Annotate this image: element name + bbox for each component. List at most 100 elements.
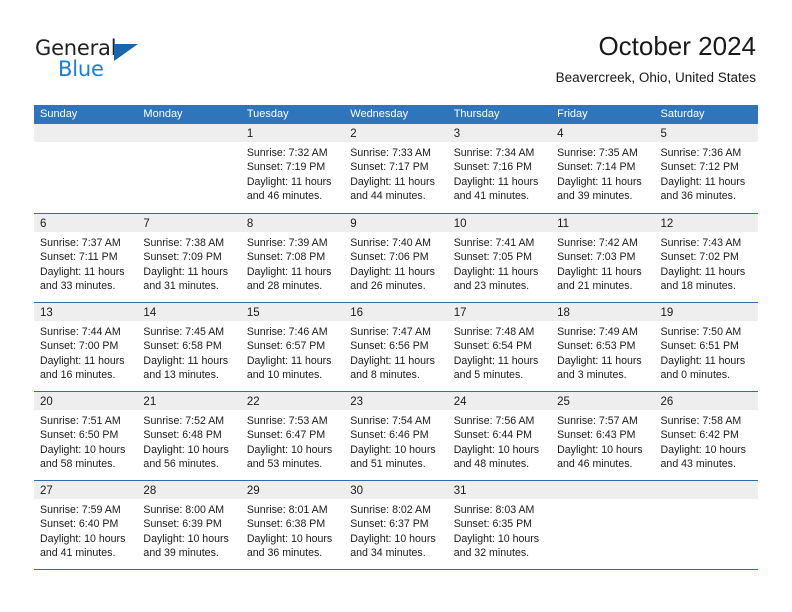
sunset-text: Sunset: 6:51 PM [660,340,739,353]
day-cell-9[interactable]: 9 Sunrise: 7:40 AM Sunset: 7:06 PM Daylight… [344,214,448,302]
day-number: 25 [557,396,570,408]
day-cell-15[interactable]: 15 Sunrise: 7:46 AM Sunset: 6:57 PM Dayligh… [240,303,345,391]
day-number: 30 [350,485,364,497]
day-cell-28[interactable]: 28 Sunrise: 8:00 AM Sunset: 6:39 PM Dayligh… [137,481,241,569]
day-cell-5[interactable]: 5 Sunrise: 7:36 AM Sunset: 7:12 PM Daylight… [654,124,758,213]
day-details: Sunrise: 8:01 AM Sunset: 6:38 PM Daylight:… [241,499,344,561]
daylight-text: Daylight: 11 hours [660,265,746,278]
day-number: 22 [246,396,260,408]
sunrise-text: Sunrise: 7:34 AM [453,147,535,159]
day-number: 19 [660,307,674,319]
daylight-text: and 36 minutes. [246,547,323,560]
day-number-band: 20 [34,392,138,410]
sunrise-text: Sunrise: 7:39 AM [246,237,328,249]
calendar-grid: Sunday Monday Tuesday Wednesday Thursday Frid… [34,105,758,570]
daylight-text: and 39 minutes. [557,190,633,203]
day-cell-12[interactable]: 12 Sunrise: 7:43 AM Sunset: 7:02 PM Dayligh… [654,214,758,302]
sunset-text: Sunset: 6:42 PM [660,429,739,442]
daylight-text: and 44 minutes. [350,190,426,203]
sunset-text: Sunset: 7:16 PM [453,161,533,174]
day-cell-2[interactable]: 2 Sunrise: 7:33 AM Sunset: 7:17 PM Daylight… [344,124,448,213]
day-number-band: 3 [447,124,552,142]
title-block: October 2024 Beavercreek, Ohio, United S… [556,30,756,86]
day-cell-7[interactable]: 7 Sunrise: 7:38 AM Sunset: 7:09 PM Daylight… [137,214,241,302]
daylight-text: and 16 minutes. [40,369,116,382]
day-cell-26[interactable]: 26 Sunrise: 7:58 AM Sunset: 6:42 PM Dayligh… [654,392,758,480]
day-cell-6[interactable]: 6 Sunrise: 7:37 AM Sunset: 7:11 PM Daylight… [34,214,138,302]
sunset-text: Sunset: 7:02 PM [660,251,739,264]
day-number-band: 17 [447,303,552,321]
day-number-band: 27 [34,481,138,499]
day-cell-24[interactable]: 24 Sunrise: 7:56 AM Sunset: 6:44 PM Dayligh… [447,392,552,480]
day-cell-25[interactable]: 25 Sunrise: 7:57 AM Sunset: 6:43 PM Dayligh… [551,392,655,480]
day-details: Sunrise: 7:40 AM Sunset: 7:06 PM Daylight:… [344,232,447,294]
daylight-text: Daylight: 10 hours [350,532,436,545]
daylight-text: Daylight: 11 hours [246,265,332,278]
day-details: Sunrise: 8:02 AM Sunset: 6:37 PM Daylight:… [344,499,447,561]
day-details: Sunrise: 8:03 AM Sunset: 6:35 PM Daylight:… [448,499,551,561]
day-cell-13[interactable]: 13 Sunrise: 7:44 AM Sunset: 7:00 PM Dayligh… [34,303,138,391]
day-cell-22[interactable]: 22 Sunrise: 7:53 AM Sunset: 6:47 PM Dayligh… [240,392,345,480]
sunrise-text: Sunrise: 7:44 AM [40,326,121,338]
day-cell-30[interactable]: 30 Sunrise: 8:02 AM Sunset: 6:37 PM Dayligh… [344,481,448,569]
logo-word-blue: Blue [58,57,104,81]
daylight-text: Daylight: 11 hours [40,354,125,367]
day-number: 28 [143,485,157,497]
day-cell-23[interactable]: 23 Sunrise: 7:54 AM Sunset: 6:46 PM Dayligh… [344,392,448,480]
sunrise-text: Sunrise: 7:57 AM [557,415,638,427]
day-cell-19[interactable]: 19 Sunrise: 7:50 AM Sunset: 6:51 PM Dayligh… [654,303,758,391]
sunrise-text: Sunrise: 8:00 AM [143,504,225,516]
week-row: 20 Sunrise: 7:51 AM Sunset: 6:50 PM Dayligh… [34,391,758,480]
sunset-text: Sunset: 6:38 PM [246,518,326,531]
daylight-text: and 28 minutes. [246,280,323,293]
day-number-band [654,481,758,499]
day-cell-11[interactable]: 11 Sunrise: 7:42 AM Sunset: 7:03 PM Dayligh… [551,214,655,302]
day-number: 27 [40,485,53,497]
daylight-text: Daylight: 10 hours [143,443,229,456]
day-cell-29[interactable]: 29 Sunrise: 8:01 AM Sunset: 6:38 PM Dayligh… [240,481,345,569]
daylight-text: and 33 minutes. [40,280,116,293]
daylight-text: Daylight: 10 hours [143,532,229,545]
day-cell-8[interactable]: 8 Sunrise: 7:39 AM Sunset: 7:08 PM Daylight… [240,214,345,302]
logo-triangle-icon [114,44,138,61]
day-cell-4[interactable]: 4 Sunrise: 7:35 AM Sunset: 7:14 PM Daylight… [551,124,655,213]
day-details: Sunrise: 7:39 AM Sunset: 7:08 PM Daylight:… [241,232,344,294]
day-number: 13 [40,307,53,319]
sunrise-text: Sunrise: 7:33 AM [350,147,431,159]
day-cell-31[interactable]: 31 Sunrise: 8:03 AM Sunset: 6:35 PM Dayligh… [447,481,552,569]
day-cell-21[interactable]: 21 Sunrise: 7:52 AM Sunset: 6:48 PM Dayligh… [137,392,241,480]
day-number-band: 2 [344,124,448,142]
weekday-header-tuesday: Tuesday [246,108,289,120]
day-cell-14[interactable]: 14 Sunrise: 7:45 AM Sunset: 6:58 PM Dayligh… [137,303,241,391]
day-cell-3[interactable]: 3 Sunrise: 7:34 AM Sunset: 7:16 PM Daylight… [447,124,552,213]
day-number: 16 [350,307,364,319]
sunrise-text: Sunrise: 7:51 AM [40,415,121,427]
sunrise-text: Sunrise: 7:52 AM [143,415,225,427]
day-number: 1 [246,128,254,140]
sunrise-text: Sunrise: 8:03 AM [453,504,535,516]
general-blue-logo[interactable]: General Blue [35,36,235,82]
daylight-text: Daylight: 11 hours [350,265,435,278]
day-cell-20[interactable]: 20 Sunrise: 7:51 AM Sunset: 6:50 PM Dayligh… [34,392,138,480]
sunset-text: Sunset: 6:43 PM [557,429,636,442]
day-details: Sunrise: 7:52 AM Sunset: 6:48 PM Daylight:… [137,410,240,472]
sunset-text: Sunset: 7:03 PM [557,251,636,264]
day-cell-27[interactable]: 27 Sunrise: 7:59 AM Sunset: 6:40 PM Dayligh… [34,481,138,569]
day-cell-1[interactable]: 1 Sunrise: 7:32 AM Sunset: 7:19 PM Daylight… [240,124,345,213]
day-number: 3 [453,128,461,140]
day-cell-17[interactable]: 17 Sunrise: 7:48 AM Sunset: 6:54 PM Dayligh… [447,303,552,391]
day-details: Sunrise: 7:53 AM Sunset: 6:47 PM Daylight:… [241,410,344,472]
day-cell-18[interactable]: 18 Sunrise: 7:49 AM Sunset: 6:53 PM Dayligh… [551,303,655,391]
day-number-band: 11 [551,214,655,232]
daylight-text: and 39 minutes. [143,547,219,560]
sunrise-text: Sunrise: 7:38 AM [143,237,225,249]
sunset-text: Sunset: 7:14 PM [557,161,636,174]
day-cell-10[interactable]: 10 Sunrise: 7:41 AM Sunset: 7:05 PM Dayligh… [447,214,552,302]
day-details: Sunrise: 7:37 AM Sunset: 7:11 PM Daylight:… [34,232,137,294]
daylight-text: Daylight: 11 hours [453,265,539,278]
day-cell-16[interactable]: 16 Sunrise: 7:47 AM Sunset: 6:56 PM Dayligh… [344,303,448,391]
sunset-text: Sunset: 6:56 PM [350,340,429,353]
sunrise-text: Sunrise: 7:32 AM [246,147,328,159]
sunrise-text: Sunrise: 7:48 AM [453,326,535,338]
daylight-text: and 0 minutes. [660,369,731,382]
